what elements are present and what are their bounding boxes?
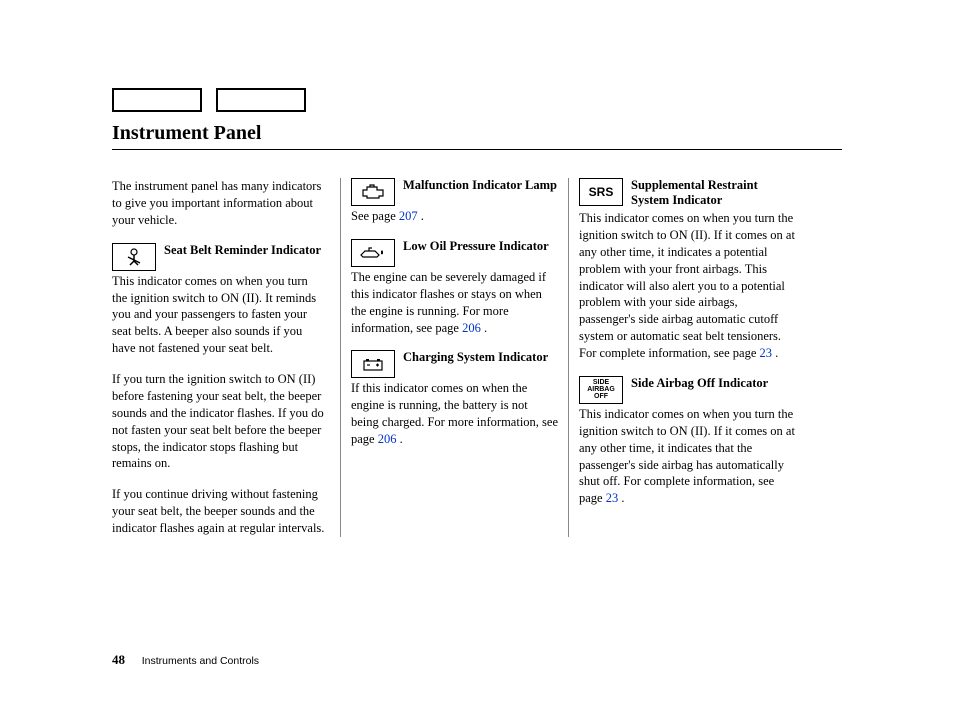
srs-suffix: .	[772, 346, 778, 360]
footer-section: Instruments and Controls	[142, 655, 259, 667]
lowoil-indicator-block: Low Oil Pressure Indicator The engine ca…	[351, 239, 558, 337]
malfunction-title: Malfunction Indicator Lamp	[403, 178, 557, 193]
srs-prefix: This indicator comes on when you turn th…	[579, 211, 795, 360]
malfunction-indicator-block: Malfunction Indicator Lamp See page 207 …	[351, 178, 558, 225]
seatbelt-head: Seat Belt Reminder Indicator	[112, 243, 326, 271]
charging-head: Charging System Indicator	[351, 350, 558, 378]
sideairbag-page-link[interactable]: 23	[606, 491, 619, 505]
sideairbag-head: SIDE AIRBAG OFF Side Airbag Off Indicato…	[579, 376, 796, 404]
charging-body: If this indicator comes on when the engi…	[351, 380, 558, 448]
page-container: Instrument Panel The instrument panel ha…	[0, 0, 954, 537]
charging-suffix: .	[396, 432, 402, 446]
sideairbag-indicator-block: SIDE AIRBAG OFF Side Airbag Off Indicato…	[579, 376, 796, 507]
page-title: Instrument Panel	[112, 122, 842, 150]
lowoil-head: Low Oil Pressure Indicator	[351, 239, 558, 267]
seatbelt-indicator-block: Seat Belt Reminder Indicator This indica…	[112, 243, 326, 357]
sideairbag-title: Side Airbag Off Indicator	[631, 376, 768, 391]
malfunction-head: Malfunction Indicator Lamp	[351, 178, 558, 206]
lowoil-page-link[interactable]: 206	[462, 321, 481, 335]
seatbelt-body-2: If you turn the ignition switch to ON (I…	[112, 371, 326, 472]
footer: 48 Instruments and Controls	[112, 652, 259, 668]
lowoil-body: The engine can be severely damaged if th…	[351, 269, 558, 337]
srs-icon: SRS	[579, 178, 623, 206]
srs-indicator-block: SRS Supplemental Restraint System Indica…	[579, 178, 796, 362]
sideairbag-suffix: .	[618, 491, 624, 505]
page-number: 48	[112, 652, 125, 667]
srs-title: Supplemental Restraint System Indicator	[631, 178, 796, 208]
lowoil-suffix: .	[481, 321, 487, 335]
columns: The instrument panel has many indicators…	[112, 178, 842, 537]
malfunction-body: See page 207 .	[351, 208, 558, 225]
column-2: Malfunction Indicator Lamp See page 207 …	[340, 178, 568, 537]
malfunction-see-suffix: .	[418, 209, 424, 223]
header-box-1	[112, 88, 202, 112]
oil-icon	[351, 239, 395, 267]
intro-text: The instrument panel has many indicators…	[112, 178, 326, 229]
column-1: The instrument panel has many indicators…	[112, 178, 340, 537]
battery-icon	[351, 350, 395, 378]
seatbelt-body-3: If you continue driving without fastenin…	[112, 486, 326, 537]
sideairbag-body: This indicator comes on when you turn th…	[579, 406, 796, 507]
side-airbag-off-icon: SIDE AIRBAG OFF	[579, 376, 623, 404]
malfunction-page-link[interactable]: 207	[399, 209, 418, 223]
srs-page-link[interactable]: 23	[760, 346, 773, 360]
srs-head: SRS Supplemental Restraint System Indica…	[579, 178, 796, 208]
lowoil-prefix: The engine can be severely damaged if th…	[351, 270, 546, 335]
header-box-2	[216, 88, 306, 112]
srs-body: This indicator comes on when you turn th…	[579, 210, 796, 362]
charging-indicator-block: Charging System Indicator If this indica…	[351, 350, 558, 448]
charging-page-link[interactable]: 206	[378, 432, 397, 446]
column-3: SRS Supplemental Restraint System Indica…	[568, 178, 796, 537]
seatbelt-title: Seat Belt Reminder Indicator	[164, 243, 321, 258]
engine-icon	[351, 178, 395, 206]
seatbelt-icon	[112, 243, 156, 271]
lowoil-title: Low Oil Pressure Indicator	[403, 239, 549, 254]
seatbelt-body-1: This indicator comes on when you turn th…	[112, 273, 326, 357]
malfunction-see-prefix: See page	[351, 209, 399, 223]
charging-title: Charging System Indicator	[403, 350, 548, 365]
header-boxes	[112, 88, 842, 112]
